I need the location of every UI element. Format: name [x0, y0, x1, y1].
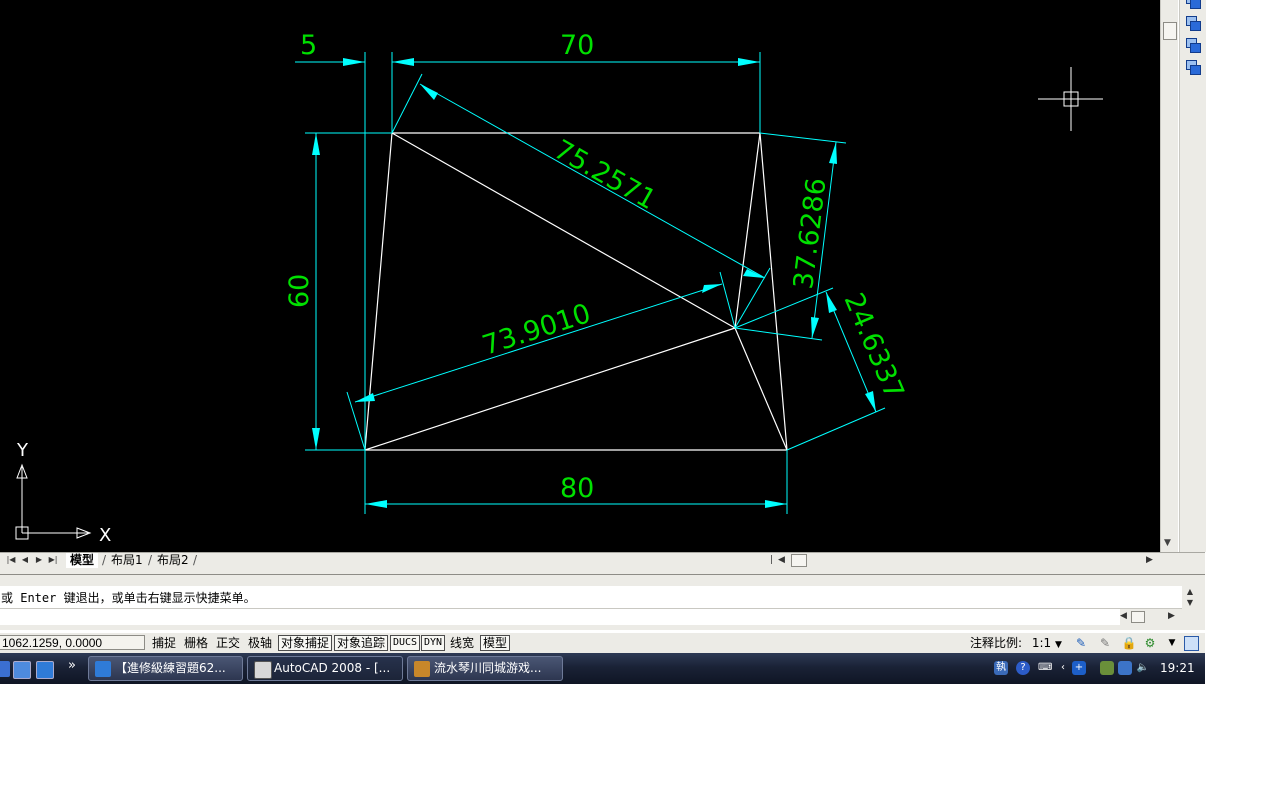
lineweight-button[interactable]: 线宽 [448, 635, 476, 651]
annotation-scale-value: 1:1 [1031, 636, 1052, 650]
tab-layout1[interactable]: 布局1 [107, 553, 147, 568]
ucs-y-label: Y [16, 440, 29, 461]
network-icon[interactable] [1100, 661, 1114, 675]
scroll-left-arrow-icon[interactable]: ◀ [778, 554, 785, 567]
lock-icon[interactable]: 🔒 [1121, 635, 1137, 651]
annotation-scale-label: 注释比例: [970, 636, 1023, 650]
tile-horizontal-icon[interactable] [1185, 15, 1201, 31]
left-edge [364, 132, 393, 451]
ime-icon[interactable]: 執 [994, 661, 1008, 675]
volume-icon[interactable]: 🔈 [1136, 661, 1150, 675]
dim-text-75-2571: 75.2571 [549, 134, 661, 216]
cmd-scroll-left-icon[interactable]: ◀ [1120, 611, 1127, 621]
dim-text-73-9010: 73.9010 [479, 298, 595, 362]
command-scroll-arrows-icon[interactable]: ▲ ▼ [1182, 586, 1198, 608]
diag-from-bottom-left [364, 327, 736, 451]
task-label: 流水琴川同城游戏... [434, 661, 542, 675]
tab-separator: / [193, 553, 198, 567]
crosshair-cursor-icon [1038, 67, 1103, 131]
layout-tabs-bar: |◀ ◀ ▶ ▶| 模型 / 布局1 / 布局2 / | ◀ ▶ [0, 552, 1160, 568]
ucs-x-label: X [99, 525, 111, 546]
security-shield-icon[interactable]: + [1072, 661, 1086, 675]
snap-button[interactable]: 捕捉 [150, 635, 178, 651]
command-history: 或 Enter 键退出，或单击右键显示快捷菜单。 [0, 586, 1182, 609]
tray-settings-icon[interactable]: ⚙ [1142, 635, 1158, 651]
grid-button[interactable]: 栅格 [182, 635, 210, 651]
model-space-canvas[interactable]: 5 70 60 80 75.2571 73.9010 37.6286 24.63… [0, 0, 1160, 552]
show-desktop-icon[interactable] [13, 661, 31, 679]
keyboard-icon[interactable]: ⌨ [1038, 661, 1052, 675]
task-autocad-window[interactable]: AutoCAD 2008 - [... [247, 656, 403, 681]
drawing-svg: 5 70 60 80 75.2571 73.9010 37.6286 24.63… [15, 30, 1103, 546]
tile-vertical-icon[interactable] [1185, 37, 1201, 53]
next-tab-icon[interactable]: ▶ [34, 554, 44, 566]
command-horizontal-scrollbar[interactable]: ◀ ▶ [1120, 609, 1176, 625]
cmd-scroll-thumb[interactable] [1131, 611, 1145, 623]
first-tab-icon[interactable]: |◀ [6, 554, 16, 566]
task-label: AutoCAD 2008 - [... [274, 661, 391, 675]
scroll-right-arrow-icon[interactable]: ▶ [1146, 554, 1153, 567]
inner-right-a [734, 132, 761, 329]
command-input[interactable] [0, 609, 1120, 625]
tab-layout2[interactable]: 布局2 [153, 553, 193, 568]
geometry-lines [364, 132, 788, 451]
tab-separator: / [102, 553, 107, 567]
ucs-icon [15, 463, 92, 540]
tab-model[interactable]: 模型 [66, 553, 99, 568]
dyn-button[interactable]: DYN [421, 635, 446, 651]
ie-icon [95, 661, 111, 677]
clock[interactable]: 19:21 [1160, 661, 1195, 675]
computer-icon[interactable] [1118, 661, 1132, 675]
dim-text-70: 70 [560, 30, 594, 61]
status-menu-chevron-icon[interactable]: ▼ [1164, 635, 1180, 651]
coordinate-display[interactable]: 1062.1259, 0.0000 [0, 635, 145, 650]
ortho-button[interactable]: 正交 [214, 635, 242, 651]
chevron-down-icon: ▼ [1055, 640, 1062, 650]
horizontal-scroll-thumb[interactable] [791, 554, 807, 567]
task-label: 【進修級練習題62... [115, 661, 226, 675]
drawing-horizontal-scrollbar[interactable]: | ◀ ▶ [770, 554, 1160, 567]
dim-text-5: 5 [300, 30, 317, 61]
vertical-scroll-thumb[interactable] [1163, 22, 1177, 40]
drawing-vertical-scrollbar[interactable]: ▼ [1160, 0, 1178, 552]
annotation-scale[interactable]: 注释比例: 1:1 ▼ [970, 635, 1062, 653]
command-history-line: 或 Enter 键退出，或单击右键显示快捷菜单。 [1, 591, 256, 605]
window-tool-panel [1179, 0, 1206, 87]
autocad-icon [254, 661, 272, 679]
object-snap-button[interactable]: 对象捕捉 [278, 635, 333, 651]
annotation-visibility-icon[interactable]: ✎ [1073, 635, 1089, 651]
cascade-windows-icon[interactable] [1185, 0, 1201, 9]
tray-expand-icon[interactable]: ‹ [1056, 661, 1070, 675]
prev-tab-icon[interactable]: ◀ [20, 554, 30, 566]
scroll-corner [1160, 552, 1205, 568]
command-window: 或 Enter 键退出，或单击右键显示快捷菜单。 ▲ ▼ ◀ ▶ [0, 574, 1205, 630]
windows-taskbar: » 【進修級練習題62... AutoCAD 2008 - [... 流水琴川同… [0, 653, 1205, 684]
split-handle-icon[interactable]: | [770, 554, 773, 567]
dim-text-60: 60 [284, 274, 315, 308]
status-bar: 1062.1259, 0.0000 捕捉 栅格 正交 极轴 对象捕捉 对象追踪 … [0, 633, 1205, 653]
auto-scale-icon[interactable]: ✎ [1097, 635, 1113, 651]
scroll-down-arrow-icon[interactable]: ▼ [1164, 538, 1171, 548]
object-track-button[interactable]: 对象追踪 [334, 635, 389, 651]
dim-text-37-6286: 37.6286 [788, 176, 832, 291]
right-panel-strip [1179, 86, 1206, 552]
task-ie-window[interactable]: 【進修級練習題62... [88, 656, 243, 681]
inner-right-b [759, 132, 788, 451]
quick-launch-icon[interactable] [0, 661, 10, 677]
tab-separator: / [148, 553, 153, 567]
arrange-icons-icon[interactable] [1185, 59, 1201, 75]
model-button[interactable]: 模型 [480, 635, 511, 651]
polar-button[interactable]: 极轴 [246, 635, 274, 651]
switch-windows-icon[interactable] [36, 661, 54, 679]
dim-text-80: 80 [560, 473, 594, 504]
cmd-scroll-right-icon[interactable]: ▶ [1168, 611, 1175, 621]
ducs-button[interactable]: DUCS [390, 635, 421, 651]
help-icon[interactable]: ? [1016, 661, 1030, 675]
inner-right-c [734, 327, 788, 451]
game-icon [414, 661, 430, 677]
quick-launch-more-icon[interactable]: » [68, 658, 76, 673]
task-game-window[interactable]: 流水琴川同城游戏... [407, 656, 563, 681]
clean-screen-icon[interactable] [1184, 636, 1199, 651]
last-tab-icon[interactable]: ▶| [48, 554, 58, 566]
